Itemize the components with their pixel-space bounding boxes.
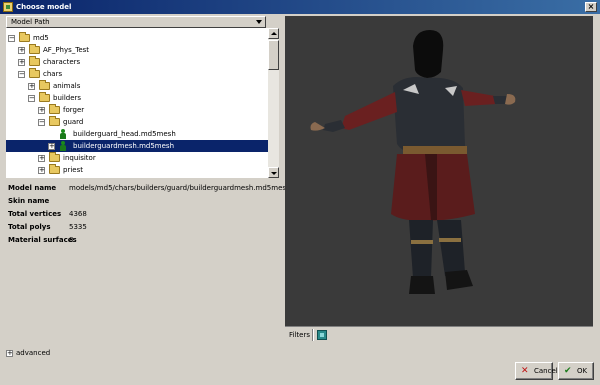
tree-item-label: md5 (33, 34, 49, 42)
collapse-toggle-icon[interactable]: − (28, 95, 35, 102)
arrow-up-icon (271, 32, 277, 35)
folder-icon (29, 56, 40, 66)
mesh-icon (59, 141, 67, 151)
tree-item-label: animals (53, 82, 81, 90)
model-info-panel: Model name models/md5/chars/builders/guar… (6, 182, 290, 342)
tree-column-label: Model Path (11, 18, 50, 26)
info-value: 4368 (69, 210, 87, 218)
tree-item-label: forger (63, 106, 85, 114)
expand-toggle-icon[interactable]: + (38, 155, 45, 162)
sort-arrow-icon[interactable] (256, 20, 262, 24)
info-key: Material surfaces (8, 236, 77, 244)
mesh-icon (59, 129, 67, 139)
info-row: Material surfaces 8 (8, 234, 278, 246)
folder-icon (49, 116, 60, 126)
toolbar-separator (312, 329, 314, 341)
info-row: Total vertices 4368 (8, 208, 278, 220)
info-row: Model name models/md5/chars/builders/guar… (8, 182, 290, 194)
info-key: Total vertices (8, 210, 62, 218)
tree-item-label: chars (43, 70, 63, 78)
close-button[interactable]: × (585, 2, 597, 12)
expand-toggle-icon[interactable]: + (28, 83, 35, 90)
folder-icon (49, 104, 60, 114)
info-row: Total polys 5335 (8, 221, 278, 233)
collapse-toggle-icon[interactable]: − (18, 71, 25, 78)
cancel-label: Cancel (534, 367, 558, 375)
info-key: Model name (8, 184, 57, 192)
info-value: models/md5/chars/builders/guard/builderg… (69, 184, 291, 192)
title-bar: Choose model × (0, 0, 600, 14)
expand-toggle-icon[interactable]: + (48, 143, 55, 150)
model-app-icon (3, 2, 13, 12)
model-preview-viewport[interactable] (285, 16, 593, 326)
tree-item[interactable]: + builderguardmesh.md5mesh (6, 140, 268, 152)
tree-item-label: guard (63, 118, 84, 126)
expand-toggle-icon[interactable]: + (18, 59, 25, 66)
tree-column-header[interactable]: Model Path (6, 16, 266, 28)
folder-icon (19, 32, 30, 42)
tree-item-label: priest (63, 166, 83, 174)
scroll-up-button[interactable] (268, 28, 279, 39)
cancel-button[interactable]: ✕ Cancel (515, 362, 558, 380)
arrow-down-icon (271, 172, 277, 175)
folder-icon (29, 68, 40, 78)
tree-scrollbar[interactable] (268, 28, 279, 178)
model-tree[interactable]: − md5 + AF_Phys_Test + characters − chars + anima… (6, 28, 268, 178)
cancel-icon: ✕ (521, 366, 529, 376)
collapse-toggle-icon[interactable]: − (8, 35, 15, 42)
info-row: Skin name (8, 195, 278, 207)
info-key: Total polys (8, 223, 51, 231)
tree-item-label: builderguardmesh.md5mesh (73, 142, 175, 150)
ok-label: OK (577, 367, 588, 375)
tree-item-label: AF_Phys_Test (43, 46, 90, 54)
folder-icon (39, 92, 50, 102)
tree-item-label: builders (53, 94, 82, 102)
ok-icon: ✔ (564, 366, 572, 376)
tree-item-label: characters (43, 58, 81, 66)
scroll-thumb[interactable] (268, 40, 279, 70)
viewport-toolbar: Filters (285, 326, 593, 342)
folder-icon (49, 164, 60, 174)
expand-toggle-icon[interactable]: + (18, 47, 25, 54)
folder-icon (39, 80, 50, 90)
expand-toggle-icon[interactable]: + (38, 167, 45, 174)
character-model-render (310, 30, 516, 294)
folder-icon (29, 44, 40, 54)
info-value: 5335 (69, 223, 87, 231)
filters-label[interactable]: Filters (289, 330, 310, 340)
expand-toggle-icon[interactable]: + (38, 107, 45, 114)
scroll-down-button[interactable] (268, 167, 279, 178)
info-value: 8 (69, 236, 74, 244)
folder-icon (49, 152, 60, 162)
tree-item-label: inquisitor (63, 154, 96, 162)
tree-item-label: builderguard_head.md5mesh (73, 130, 176, 138)
info-key: Skin name (8, 197, 50, 205)
filter-toggle-icon[interactable] (317, 330, 327, 340)
window-title: Choose model (16, 3, 72, 11)
collapse-toggle-icon[interactable]: − (38, 119, 45, 126)
ok-button[interactable]: ✔ OK (558, 362, 594, 380)
advanced-label[interactable]: advanced (16, 348, 50, 358)
advanced-expander[interactable]: + (6, 350, 13, 357)
